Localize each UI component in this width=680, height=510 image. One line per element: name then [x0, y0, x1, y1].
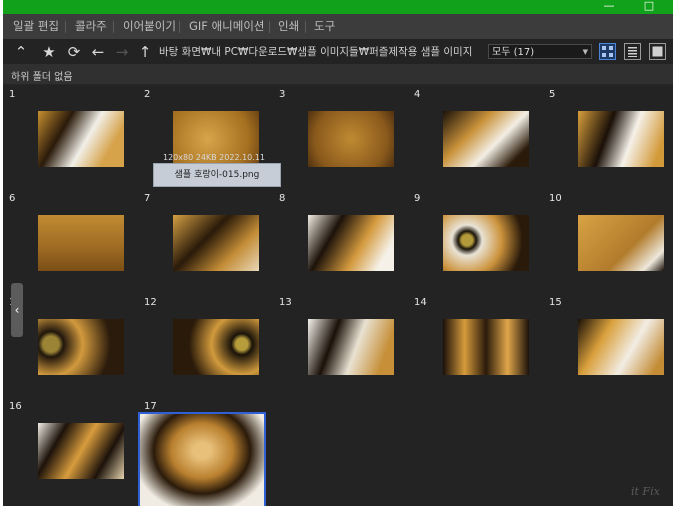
menu-collage[interactable]: 콜라주	[75, 14, 107, 39]
title-bar: — □	[3, 0, 673, 14]
thumbnail-number: 4	[414, 89, 421, 100]
preview-view-icon[interactable]	[649, 43, 666, 60]
thumbnail-cell[interactable]: 14	[408, 293, 543, 395]
thumbnail-cell[interactable]: 6	[3, 189, 138, 291]
thumbnail-number: 3	[279, 89, 286, 100]
maximize-button[interactable]: □	[637, 0, 661, 14]
thumbnail-grid: 1234567891011121314151617	[3, 85, 673, 506]
thumbnail-cell[interactable]: 12	[138, 293, 273, 395]
thumbnail-cell[interactable]: 8	[273, 189, 408, 291]
thumbnail-image[interactable]	[308, 319, 394, 375]
thumbnail-cell[interactable]: 3	[273, 85, 408, 187]
thumbnail-cell[interactable]: 15	[543, 293, 673, 395]
thumbnail-number: 17	[144, 401, 157, 412]
thumbnail-number: 12	[144, 297, 157, 308]
panel-collapse-handle[interactable]: ‹	[11, 283, 23, 337]
thumbnail-cell[interactable]: 5	[543, 85, 673, 187]
back-arrow-icon[interactable]: ←	[88, 42, 108, 62]
thumbnail-number: 13	[279, 297, 292, 308]
tooltip-meta: 120x80 24KB 2022.10.11	[163, 153, 265, 162]
star-icon[interactable]: ★	[39, 42, 59, 62]
thumbnail-image[interactable]	[38, 215, 124, 271]
menu-divider	[305, 21, 306, 33]
thumbnail-cell[interactable]: 10	[543, 189, 673, 291]
thumbnail-number: 15	[549, 297, 562, 308]
thumbnail-image[interactable]	[173, 319, 259, 375]
menu-gif-animation[interactable]: GIF 애니메이션	[189, 14, 264, 39]
folder-path[interactable]: 바탕 화면₩내 PC₩다운로드₩샘플 이미지들₩퍼즐제작용 샘플 이미지	[159, 44, 472, 59]
menu-divider	[179, 21, 180, 33]
thumbnail-number: 1	[9, 89, 16, 100]
thumbnail-image[interactable]	[443, 319, 529, 375]
filename-tooltip: 샘플 호랑이-015.png	[153, 163, 281, 187]
thumbnail-cell[interactable]: 1	[3, 85, 138, 187]
up-arrow-icon[interactable]: ↑	[135, 42, 155, 62]
thumbnail-image[interactable]	[173, 215, 259, 271]
menu-divider	[113, 21, 114, 33]
selection-outline	[138, 412, 266, 506]
thumbnail-image[interactable]	[578, 319, 664, 375]
menu-bar: 일괄 편집 콜라주 이어붙이기 GIF 애니메이션 인쇄 도구	[3, 14, 673, 40]
menu-divider	[269, 21, 270, 33]
thumbnail-number: 9	[414, 193, 421, 204]
thumbnail-image[interactable]	[443, 111, 529, 167]
toolbar: ⌃ ★ ⟳ ← → ↑ 바탕 화면₩내 PC₩다운로드₩샘플 이미지들₩퍼즐제작…	[3, 40, 673, 64]
forward-arrow-icon[interactable]: →	[112, 42, 132, 62]
thumbnail-image[interactable]	[308, 215, 394, 271]
thumbnail-cell[interactable]: 17	[138, 397, 273, 506]
watermark: it Fix	[631, 485, 660, 498]
thumbnail-image[interactable]	[38, 423, 124, 479]
file-filter-select[interactable]: 모두 (17) ▼	[488, 44, 592, 59]
subfolder-status: 하위 폴더 없음	[11, 72, 73, 83]
filter-value: 모두 (17)	[492, 47, 535, 58]
thumbnail-number: 5	[549, 89, 556, 100]
menu-stitch[interactable]: 이어붙이기	[123, 14, 176, 39]
thumbnail-view-icon[interactable]	[599, 43, 616, 60]
app-window: — □ 일괄 편집 콜라주 이어붙이기 GIF 애니메이션 인쇄 도구 ⌃ ★ …	[3, 0, 673, 506]
refresh-icon[interactable]: ⟳	[64, 42, 84, 62]
thumbnail-cell[interactable]: 13	[273, 293, 408, 395]
menu-tools[interactable]: 도구	[314, 14, 335, 39]
thumbnail-cell[interactable]: 9	[408, 189, 543, 291]
chevron-up-icon[interactable]: ⌃	[11, 42, 31, 62]
menu-divider	[65, 21, 66, 33]
menu-print[interactable]: 인쇄	[278, 14, 299, 39]
thumbnail-image[interactable]	[38, 111, 124, 167]
minimize-button[interactable]: —	[597, 0, 621, 14]
thumbnail-cell[interactable]: 16	[3, 397, 138, 499]
chevron-down-icon: ▼	[582, 48, 588, 56]
thumbnail-image[interactable]	[38, 319, 124, 375]
thumbnail-image[interactable]	[308, 111, 394, 167]
info-bar: 하위 폴더 없음	[3, 64, 673, 85]
thumbnail-number: 10	[549, 193, 562, 204]
thumbnail-number: 7	[144, 193, 151, 204]
list-view-icon[interactable]	[624, 43, 641, 60]
thumbnail-image[interactable]	[443, 215, 529, 271]
thumbnail-number: 6	[9, 193, 16, 204]
thumbnail-cell[interactable]: 11	[3, 293, 138, 395]
thumbnail-number: 14	[414, 297, 427, 308]
thumbnail-cell[interactable]: 4	[408, 85, 543, 187]
thumbnail-number: 16	[9, 401, 22, 412]
menu-batch-edit[interactable]: 일괄 편집	[13, 14, 59, 39]
thumbnail-cell[interactable]: 7	[138, 189, 273, 291]
thumbnail-image[interactable]	[578, 215, 664, 271]
thumbnail-number: 2	[144, 89, 151, 100]
thumbnail-number: 8	[279, 193, 286, 204]
thumbnail-image[interactable]	[578, 111, 664, 167]
